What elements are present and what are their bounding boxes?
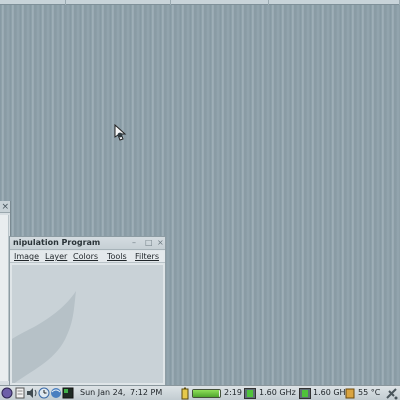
cpu-temperature: 55 °C: [358, 388, 381, 397]
text-editor-icon[interactable]: [14, 387, 26, 399]
battery-time: 2:19: [224, 388, 242, 397]
start-menu-icon[interactable]: [1, 387, 13, 399]
top-panel-segment: [0, 0, 66, 5]
terminal-icon[interactable]: [62, 387, 74, 399]
menubar: Image Layer Colors Tools Filters: [10, 251, 165, 263]
gimp-window[interactable]: nipulation Program – □ × Image Layer Col…: [9, 236, 166, 386]
menu-tools[interactable]: Tools: [107, 252, 127, 261]
background-window-titlebar[interactable]: ×: [0, 201, 10, 213]
gimp-titlebar[interactable]: nipulation Program – □ ×: [10, 237, 165, 250]
cpu-frequency-icon: [244, 388, 256, 399]
close-icon[interactable]: ×: [1, 201, 9, 213]
battery-icon: [181, 387, 189, 400]
cpu1-frequency[interactable]: 1.60 GHz: [259, 388, 296, 397]
image-canvas[interactable]: [12, 265, 163, 383]
top-panel-segment: [66, 0, 171, 5]
menu-colors[interactable]: Colors: [73, 252, 98, 261]
network-icon[interactable]: [385, 387, 398, 400]
thermometer-icon: [345, 388, 355, 399]
cpu-frequency-icon: [299, 388, 311, 399]
panel-time[interactable]: 7:12 PM: [130, 388, 162, 397]
close-icon[interactable]: ×: [157, 238, 164, 248]
background-window-content: [0, 215, 9, 381]
top-panel-segment: [269, 0, 400, 5]
gimp-watermark-icon: [12, 291, 76, 383]
clock-icon[interactable]: [38, 387, 50, 399]
menu-layer[interactable]: Layer: [45, 252, 67, 261]
menu-image[interactable]: Image: [14, 252, 39, 261]
battery-level-bar: [192, 389, 221, 398]
mouse-cursor-icon: [114, 124, 127, 141]
bottom-panel: Sun Jan 24, 7:12 PM 2:19 1.60 GHz 1.60 G…: [0, 385, 400, 400]
top-panel-strip: [0, 0, 400, 5]
panel-date[interactable]: Sun Jan 24,: [80, 388, 125, 397]
menu-filters[interactable]: Filters: [135, 252, 159, 261]
top-panel-segment: [171, 0, 269, 5]
window-title: nipulation Program: [13, 238, 101, 247]
battery-level-fill: [193, 390, 219, 397]
browser-icon[interactable]: [50, 387, 62, 399]
minimize-icon[interactable]: –: [132, 238, 136, 248]
maximize-icon[interactable]: □: [145, 238, 153, 248]
volume-icon[interactable]: [26, 387, 38, 399]
